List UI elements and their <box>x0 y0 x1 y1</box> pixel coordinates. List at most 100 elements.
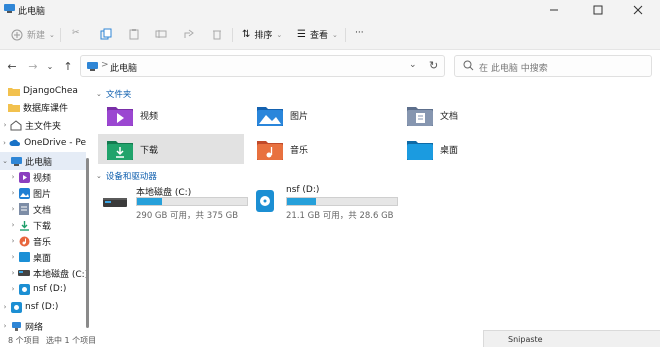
chevron-right-icon[interactable]: › <box>8 253 18 261</box>
sidebar-item-onedrive[interactable]: › OneDrive - Pe <box>0 134 86 152</box>
divider <box>60 28 61 42</box>
more-button[interactable]: ··· <box>355 28 364 38</box>
sidebar-item-label: 视频 <box>33 173 52 184</box>
close-button[interactable] <box>616 0 660 20</box>
sidebar-item-label: OneDrive - Pe <box>24 138 86 148</box>
sort-button[interactable]: ⇅ 排序 ⌄ <box>242 28 282 41</box>
search-icon <box>463 60 474 71</box>
desktop-icon <box>18 251 30 263</box>
document-folder-icon <box>406 103 434 127</box>
chevron-right-icon[interactable]: › <box>0 322 10 330</box>
sidebar-item-database-courseware[interactable]: 数据库课件 <box>8 98 92 116</box>
network-icon <box>10 320 22 332</box>
sidebar-item-label: nsf (D:) <box>33 284 67 294</box>
video-folder-icon <box>106 103 134 127</box>
usb-drive-icon <box>18 283 30 295</box>
chevron-right-icon[interactable]: › <box>8 269 18 277</box>
minimize-button[interactable] <box>532 0 576 20</box>
desktop-folder-icon <box>406 137 434 161</box>
copy-button[interactable] <box>100 28 112 40</box>
folder-downloads[interactable]: 下载 <box>98 134 244 164</box>
delete-button[interactable] <box>211 28 223 40</box>
chevron-right-icon[interactable]: › <box>0 139 9 147</box>
drive-local-disk-c[interactable]: 本地磁盘 (C:) 290 GB 可用，共 375 GB <box>96 182 248 221</box>
folder-desktop[interactable]: 桌面 <box>398 134 544 164</box>
drive-usage-fill <box>287 198 316 205</box>
cut-icon: ✂ <box>72 28 80 38</box>
add-icon <box>11 29 23 40</box>
sort-label: 排序 <box>254 31 273 41</box>
folder-icon <box>8 101 20 113</box>
sidebar-item-nsf-d[interactable]: › nsf (D:) <box>0 298 86 316</box>
drive-name: nsf (D:) <box>286 185 320 195</box>
drive-space-info: 290 GB 可用，共 375 GB <box>136 211 239 221</box>
chevron-down-icon: ⌄ <box>46 61 54 71</box>
breadcrumb[interactable]: 此电脑 <box>110 61 137 74</box>
view-icon: ☰ <box>297 29 306 40</box>
back-button[interactable]: ← <box>4 58 20 74</box>
arrow-left-icon: ← <box>7 59 17 73</box>
chevron-right-icon[interactable]: › <box>8 237 18 245</box>
sidebar-item-label: 本地磁盘 (C:) <box>33 269 89 280</box>
drive-usage-bar <box>286 197 398 206</box>
selection-count: 选中 1 个项目 <box>46 336 97 345</box>
chevron-down-icon[interactable]: ⌄ <box>409 60 417 70</box>
navigation-row: ← → ⌄ ↑ > 此电脑 ⌄ ↻ 在 此电脑 中搜索 <box>0 50 660 82</box>
divider <box>232 28 233 42</box>
sidebar-item-label: 网络 <box>25 322 44 333</box>
chevron-right-icon[interactable]: › <box>8 285 18 293</box>
new-button[interactable]: 新建 ⌄ <box>11 28 55 41</box>
sidebar-item-network[interactable]: › 网络 <box>0 317 86 332</box>
rename-button[interactable] <box>155 28 167 40</box>
maximize-button[interactable] <box>576 0 620 20</box>
this-pc-icon <box>4 4 15 13</box>
arrow-up-icon: ↑ <box>63 59 73 73</box>
snipaste-label: Snipaste <box>508 335 543 344</box>
chevron-right-icon[interactable]: › <box>8 173 18 181</box>
new-label: 新建 <box>27 31 46 41</box>
search-placeholder: 在 此电脑 中搜索 <box>479 64 548 74</box>
forward-button[interactable]: → <box>25 58 41 74</box>
sidebar-item-label: 主文件夹 <box>25 121 62 132</box>
paste-icon <box>129 29 139 40</box>
folders-group-header[interactable]: ⌄ 文件夹 <box>96 88 131 100</box>
this-pc-icon <box>10 155 22 167</box>
paste-button[interactable] <box>128 28 140 40</box>
folder-pictures[interactable]: 图片 <box>248 100 394 130</box>
drive-usage-fill <box>137 198 162 205</box>
snipaste-popup[interactable]: Snipaste <box>483 330 660 347</box>
chevron-down-icon[interactable]: ⌄ <box>0 157 10 165</box>
folder-label: 图片 <box>290 111 309 122</box>
folder-videos[interactable]: 视频 <box>98 100 244 130</box>
usb-drive-icon <box>256 190 274 212</box>
drives-group-header[interactable]: ⌄ 设备和驱动器 <box>96 170 157 182</box>
folder-documents[interactable]: 文档 <box>398 100 544 130</box>
recent-button[interactable]: ⌄ <box>42 58 58 74</box>
folder-music[interactable]: 音乐 <box>248 134 394 164</box>
sidebar-item-label: 下载 <box>33 221 52 232</box>
music-folder-icon <box>256 137 284 161</box>
sidebar-item-home[interactable]: › 主文件夹 <box>0 116 86 134</box>
document-icon <box>18 203 30 215</box>
chevron-right-icon[interactable]: › <box>0 121 10 129</box>
sidebar-item-nsf-d-nested[interactable]: › nsf (D:) <box>8 280 92 298</box>
chevron-down-icon: ⌄ <box>276 30 283 39</box>
chevron-right-icon[interactable]: › <box>8 205 18 213</box>
up-button[interactable]: ↑ <box>60 58 76 74</box>
refresh-icon[interactable]: ↻ <box>429 59 438 72</box>
cut-button[interactable]: ✂ <box>72 28 80 38</box>
group-title: 设备和驱动器 <box>105 172 157 182</box>
divider <box>345 28 346 42</box>
chevron-right-icon[interactable]: › <box>0 303 10 311</box>
drive-nsf-d[interactable]: nsf (D:) 21.1 GB 可用，共 28.6 GB <box>246 182 398 221</box>
sidebar-item-label: 音乐 <box>33 237 52 248</box>
share-button[interactable] <box>183 28 195 40</box>
sidebar-item-label: 桌面 <box>33 253 52 264</box>
chevron-down-icon: ⌄ <box>96 90 102 98</box>
view-button[interactable]: ☰ 查看 ⌄ <box>297 28 338 41</box>
address-bar[interactable]: > 此电脑 ⌄ ↻ <box>80 55 445 77</box>
chevron-right-icon[interactable]: › <box>8 189 18 197</box>
chevron-right-icon[interactable]: › <box>8 221 18 229</box>
search-input[interactable]: 在 此电脑 中搜索 <box>454 55 652 77</box>
sidebar-scrollbar[interactable] <box>86 158 89 328</box>
